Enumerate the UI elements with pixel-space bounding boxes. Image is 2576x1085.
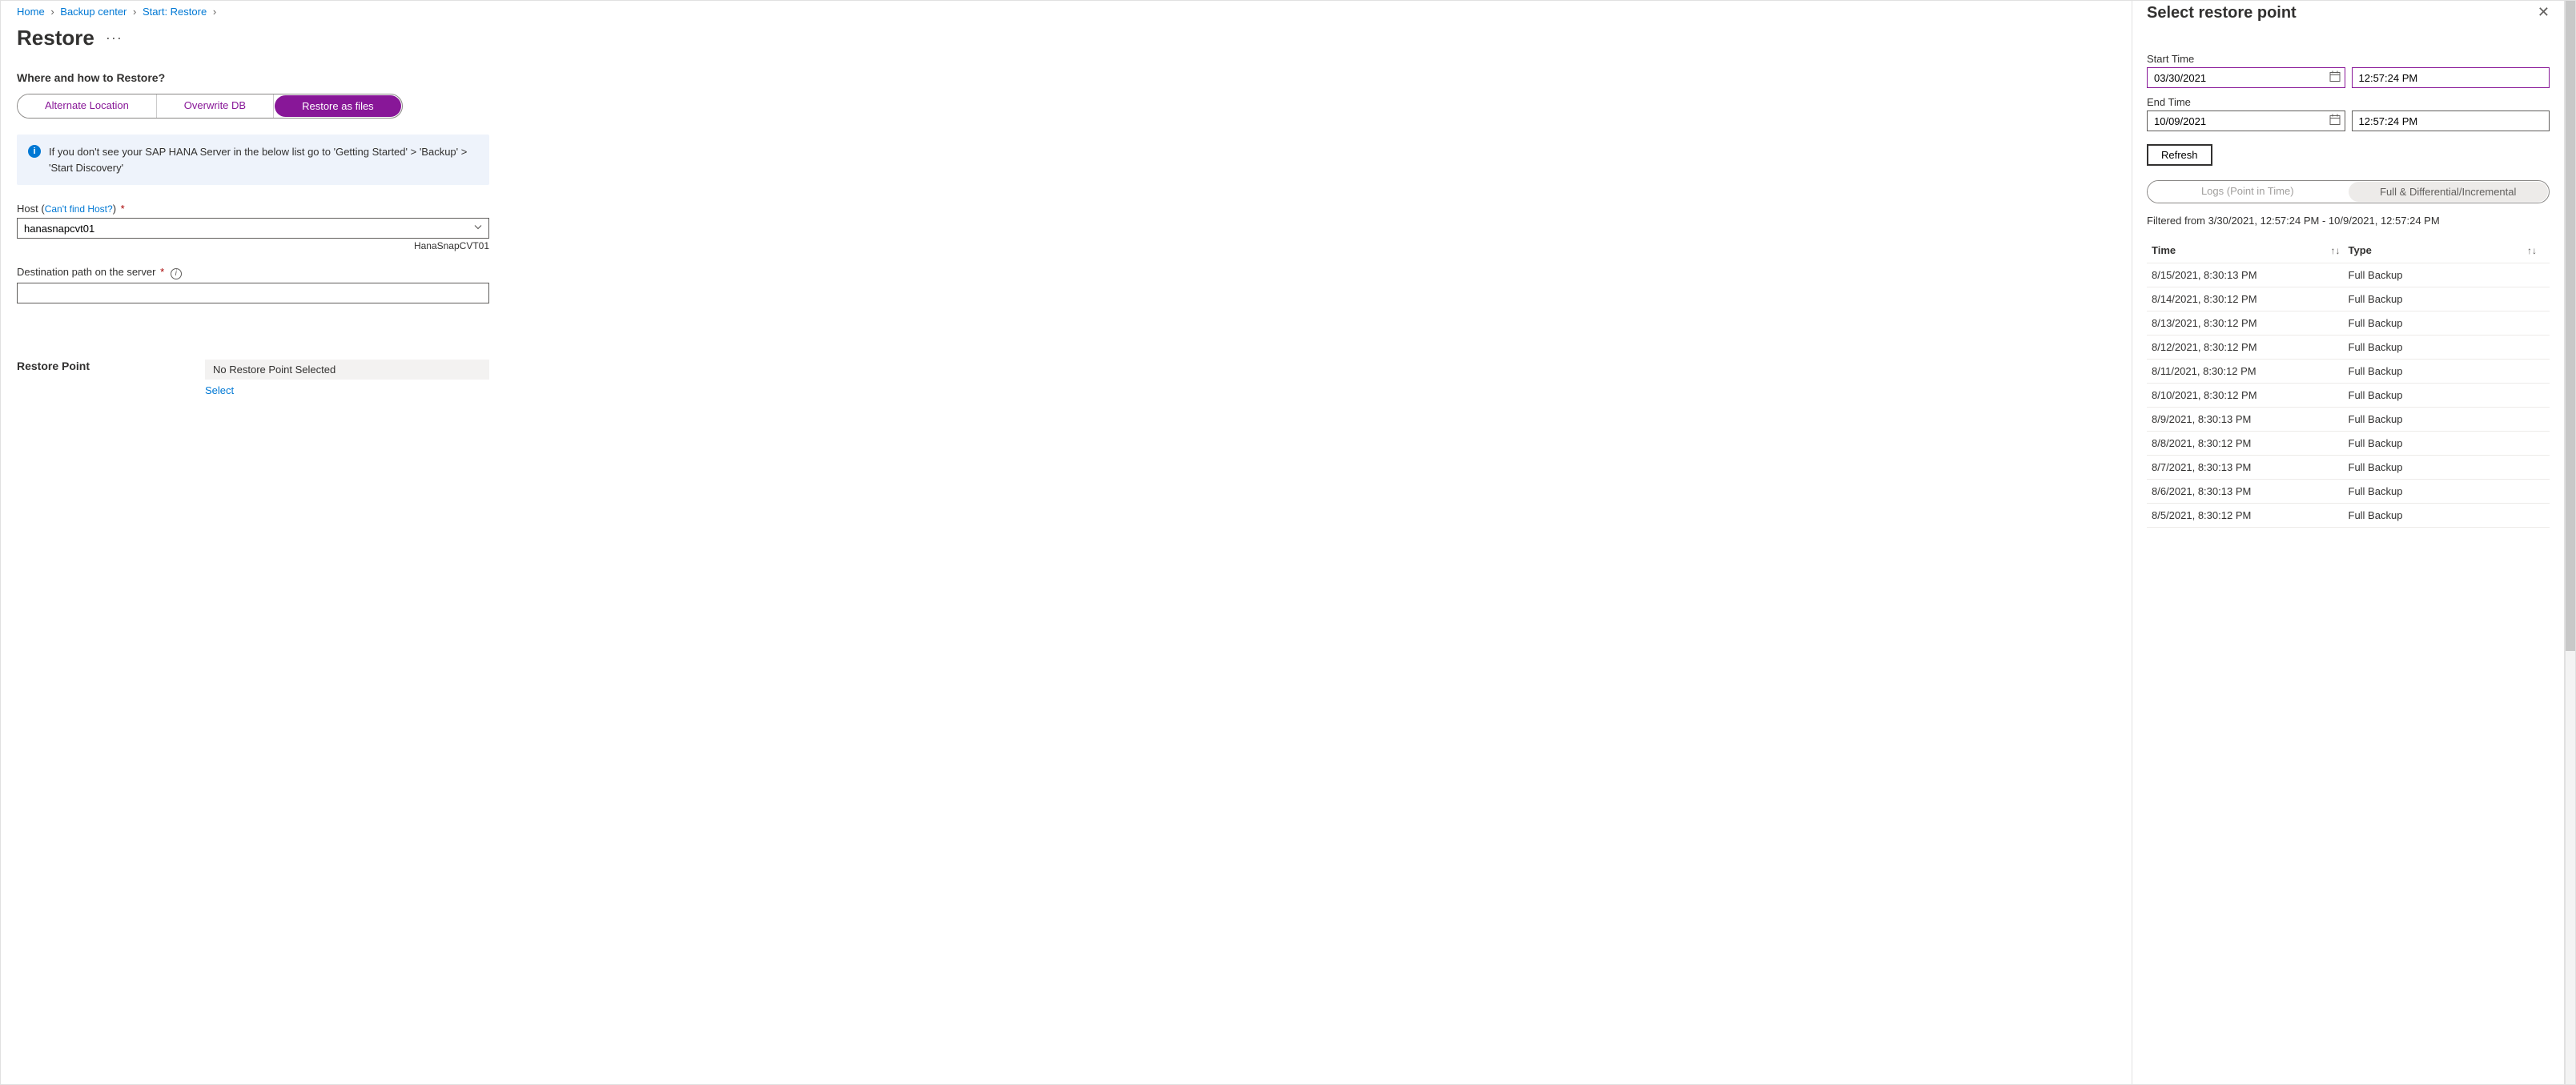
cell-type: Full Backup (2349, 341, 2546, 353)
table-row[interactable]: 8/12/2021, 8:30:12 PMFull Backup (2147, 336, 2550, 360)
table-row[interactable]: 8/7/2021, 8:30:13 PMFull Backup (2147, 456, 2550, 480)
table-row[interactable]: 8/9/2021, 8:30:13 PMFull Backup (2147, 408, 2550, 432)
cell-type: Full Backup (2349, 293, 2546, 305)
table-row[interactable]: 8/15/2021, 8:30:13 PMFull Backup (2147, 263, 2550, 287)
end-date-input[interactable] (2147, 111, 2345, 131)
sort-icon[interactable]: ↑↓ (2331, 245, 2349, 256)
more-icon[interactable]: ··· (106, 30, 123, 46)
cell-time: 8/14/2021, 8:30:12 PM (2152, 293, 2349, 305)
cell-type: Full Backup (2349, 461, 2546, 473)
table-row[interactable]: 8/14/2021, 8:30:12 PMFull Backup (2147, 287, 2550, 311)
cant-find-host-link[interactable]: Can't find Host? (45, 203, 113, 215)
host-select[interactable] (17, 218, 489, 239)
table-row[interactable]: 8/6/2021, 8:30:13 PMFull Backup (2147, 480, 2550, 504)
start-date-input[interactable] (2147, 67, 2345, 88)
cell-type: Full Backup (2349, 269, 2546, 281)
cell-time: 8/10/2021, 8:30:12 PM (2152, 389, 2349, 401)
breadcrumb-home[interactable]: Home (17, 6, 45, 18)
cell-time: 8/5/2021, 8:30:12 PM (2152, 509, 2349, 521)
cell-type: Full Backup (2349, 389, 2546, 401)
restore-mode-pills: Alternate Location Overwrite DB Restore … (17, 94, 403, 119)
breadcrumb-start-restore[interactable]: Start: Restore (143, 6, 207, 18)
pill-alternate-location[interactable]: Alternate Location (18, 94, 157, 118)
table-row[interactable]: 8/13/2021, 8:30:12 PMFull Backup (2147, 311, 2550, 336)
scrollbar[interactable] (2565, 0, 2576, 1085)
col-header-time[interactable]: Time (2152, 244, 2176, 256)
chevron-right-icon: › (213, 6, 216, 18)
table-row[interactable]: 8/11/2021, 8:30:12 PMFull Backup (2147, 360, 2550, 384)
dest-path-input[interactable] (17, 283, 489, 303)
host-helper: HanaSnapCVT01 (17, 240, 489, 251)
info-icon: i (28, 145, 41, 158)
info-icon[interactable]: i (171, 268, 182, 279)
scrollbar-thumb[interactable] (2566, 1, 2575, 651)
table-row[interactable]: 8/5/2021, 8:30:12 PMFull Backup (2147, 504, 2550, 528)
pill-restore-as-files[interactable]: Restore as files (275, 95, 401, 117)
toggle-logs[interactable]: Logs (Point in Time) (2148, 181, 2348, 203)
cell-time: 8/8/2021, 8:30:12 PM (2152, 437, 2349, 449)
host-label: Host (Can't find Host?) * (17, 203, 2116, 215)
cell-time: 8/11/2021, 8:30:12 PM (2152, 365, 2349, 377)
chevron-right-icon: › (133, 6, 136, 18)
panel-title: Select restore point (2147, 4, 2297, 22)
section-heading: Where and how to Restore? (17, 71, 2116, 84)
restore-point-label: Restore Point (17, 360, 205, 372)
cell-time: 8/6/2021, 8:30:13 PM (2152, 485, 2349, 497)
required-icon: * (160, 266, 164, 278)
dest-path-label: Destination path on the server * i (17, 266, 2116, 279)
restore-points-table: Time ↑↓ Type ↑↓ 8/15/2021, 8:30:13 PMFul… (2147, 238, 2550, 528)
chevron-right-icon: › (50, 6, 54, 18)
breadcrumb: Home › Backup center › Start: Restore › (17, 4, 2116, 26)
cell-type: Full Backup (2349, 437, 2546, 449)
cell-type: Full Backup (2349, 413, 2546, 425)
cell-time: 8/7/2021, 8:30:13 PM (2152, 461, 2349, 473)
cell-type: Full Backup (2349, 365, 2546, 377)
cell-type: Full Backup (2349, 485, 2546, 497)
restore-point-select-link[interactable]: Select (205, 384, 234, 396)
cell-time: 8/13/2021, 8:30:12 PM (2152, 317, 2349, 329)
start-time-label: Start Time (2147, 53, 2550, 65)
close-icon[interactable]: ✕ (2538, 4, 2550, 21)
cell-type: Full Backup (2349, 317, 2546, 329)
restore-point-value: No Restore Point Selected (205, 360, 489, 380)
table-row[interactable]: 8/8/2021, 8:30:12 PMFull Backup (2147, 432, 2550, 456)
end-time-input[interactable] (2352, 111, 2550, 131)
info-box: i If you don't see your SAP HANA Server … (17, 135, 489, 185)
select-restore-point-panel: Select restore point ✕ Start Time End Ti… (2132, 0, 2565, 1085)
col-header-type[interactable]: Type (2349, 244, 2372, 256)
breadcrumb-backup-center[interactable]: Backup center (60, 6, 127, 18)
end-time-label: End Time (2147, 96, 2550, 108)
pill-overwrite-db[interactable]: Overwrite DB (157, 94, 274, 118)
info-text: If you don't see your SAP HANA Server in… (49, 144, 478, 175)
restore-type-toggle: Logs (Point in Time) Full & Differential… (2147, 180, 2550, 203)
cell-type: Full Backup (2349, 509, 2546, 521)
filter-summary: Filtered from 3/30/2021, 12:57:24 PM - 1… (2147, 215, 2550, 227)
cell-time: 8/12/2021, 8:30:12 PM (2152, 341, 2349, 353)
start-time-input[interactable] (2352, 67, 2550, 88)
page-title: Restore (17, 26, 94, 50)
main-panel: Home › Backup center › Start: Restore › … (0, 0, 2132, 1085)
required-icon: * (121, 203, 125, 215)
sort-icon[interactable]: ↑↓ (2527, 245, 2545, 256)
cell-time: 8/9/2021, 8:30:13 PM (2152, 413, 2349, 425)
table-row[interactable]: 8/10/2021, 8:30:12 PMFull Backup (2147, 384, 2550, 408)
cell-time: 8/15/2021, 8:30:13 PM (2152, 269, 2349, 281)
toggle-full-diff[interactable]: Full & Differential/Incremental (2349, 182, 2549, 202)
refresh-button[interactable]: Refresh (2147, 144, 2212, 166)
